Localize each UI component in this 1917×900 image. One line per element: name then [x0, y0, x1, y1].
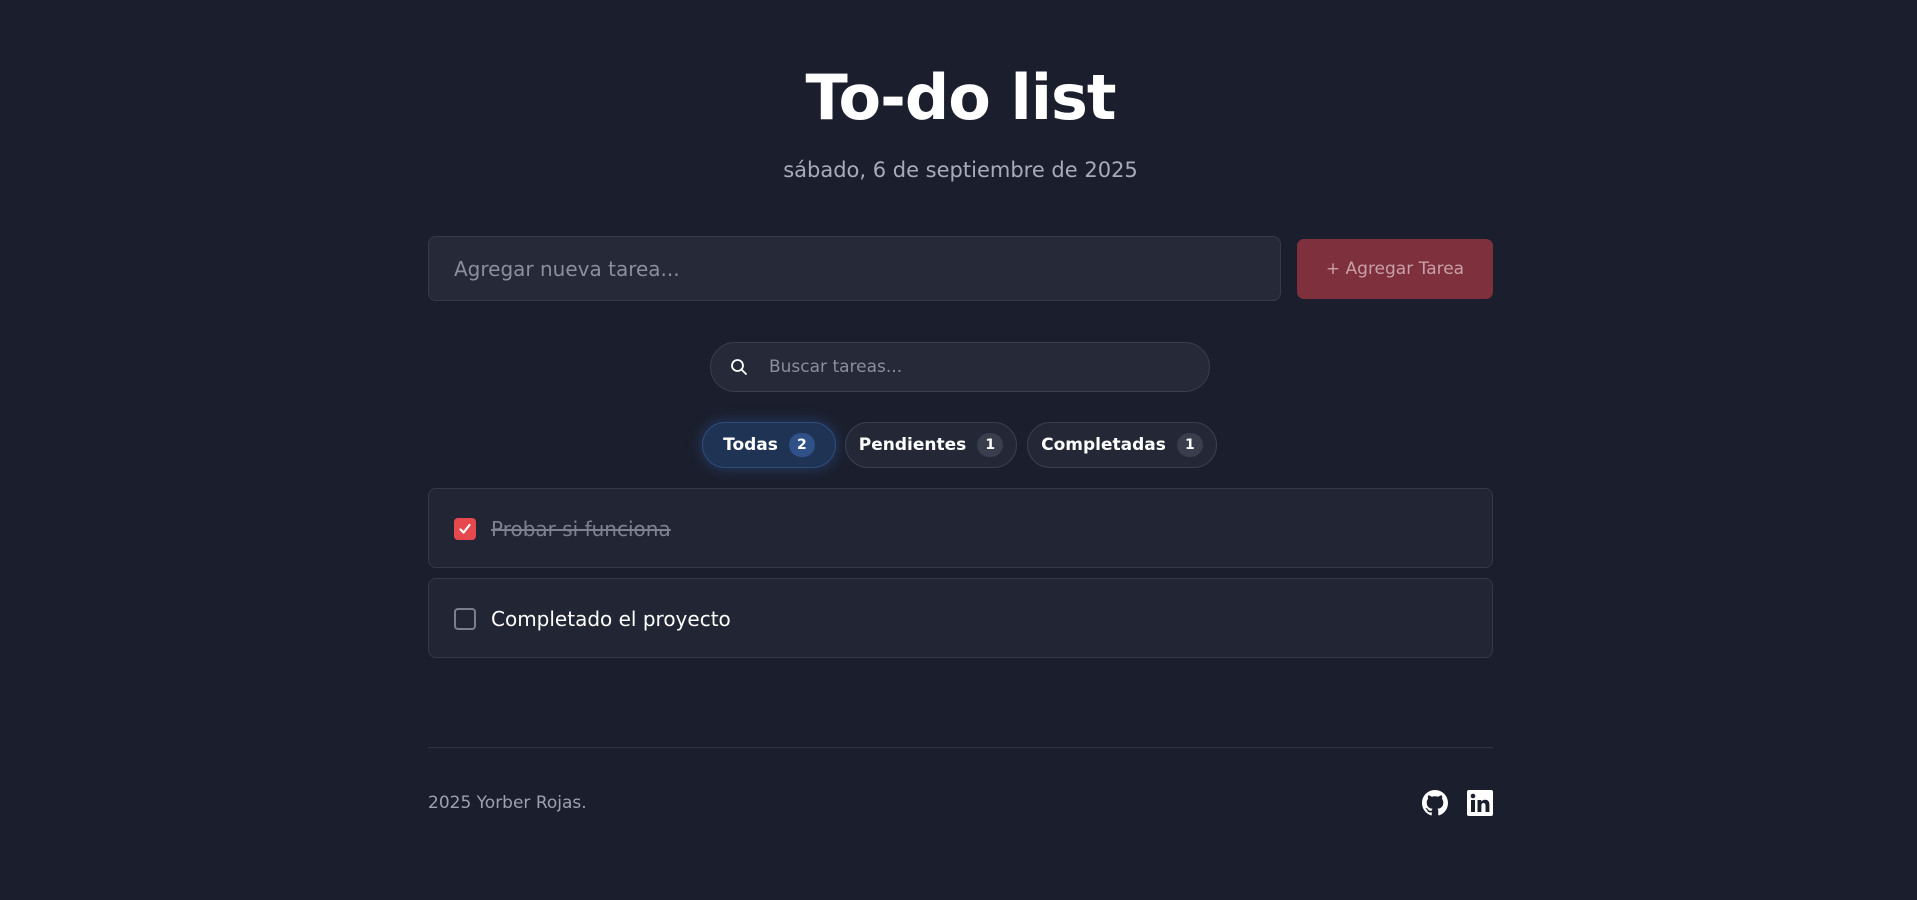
count-badge: 2 — [788, 433, 815, 457]
task-checkbox[interactable] — [454, 518, 476, 540]
search-icon — [730, 358, 748, 376]
tab-label: Todas — [723, 435, 778, 455]
task-text: Probar si funciona — [491, 517, 671, 541]
check-icon — [459, 523, 471, 534]
tab-label: Pendientes — [858, 435, 967, 455]
count-badge: 1 — [977, 433, 1004, 457]
tab-completadas[interactable]: Completadas 1 — [1027, 422, 1217, 468]
task-text: Completado el proyecto — [491, 607, 731, 631]
current-date: sábado, 6 de septiembre de 2025 — [783, 158, 1138, 182]
filter-tabs: Todas 2 Pendientes 1 Completadas 1 — [428, 422, 1493, 468]
github-link[interactable] — [1422, 790, 1448, 816]
count-badge: 1 — [1176, 433, 1203, 457]
todo-app: To-do list sábado, 6 de septiembre de 20… — [428, 0, 1493, 900]
linkedin-icon — [1467, 790, 1493, 816]
linkedin-link[interactable] — [1467, 790, 1493, 816]
task-item: Completado el proyecto — [428, 578, 1493, 658]
new-task-input[interactable] — [428, 236, 1281, 301]
footer-divider — [428, 747, 1493, 748]
tab-todas[interactable]: Todas 2 — [702, 422, 836, 468]
tab-pendientes[interactable]: Pendientes 1 — [845, 422, 1017, 468]
page-title: To-do list — [805, 61, 1117, 134]
footer-copyright: 2025 Yorber Rojas. — [428, 793, 587, 813]
task-item: Probar si funciona — [428, 488, 1493, 568]
search-box[interactable] — [710, 342, 1210, 392]
task-checkbox[interactable] — [454, 608, 476, 630]
search-input[interactable] — [769, 343, 1199, 391]
add-task-button[interactable]: + Agregar Tarea — [1297, 239, 1493, 299]
github-icon — [1422, 790, 1448, 816]
tab-label: Completadas — [1041, 435, 1166, 455]
